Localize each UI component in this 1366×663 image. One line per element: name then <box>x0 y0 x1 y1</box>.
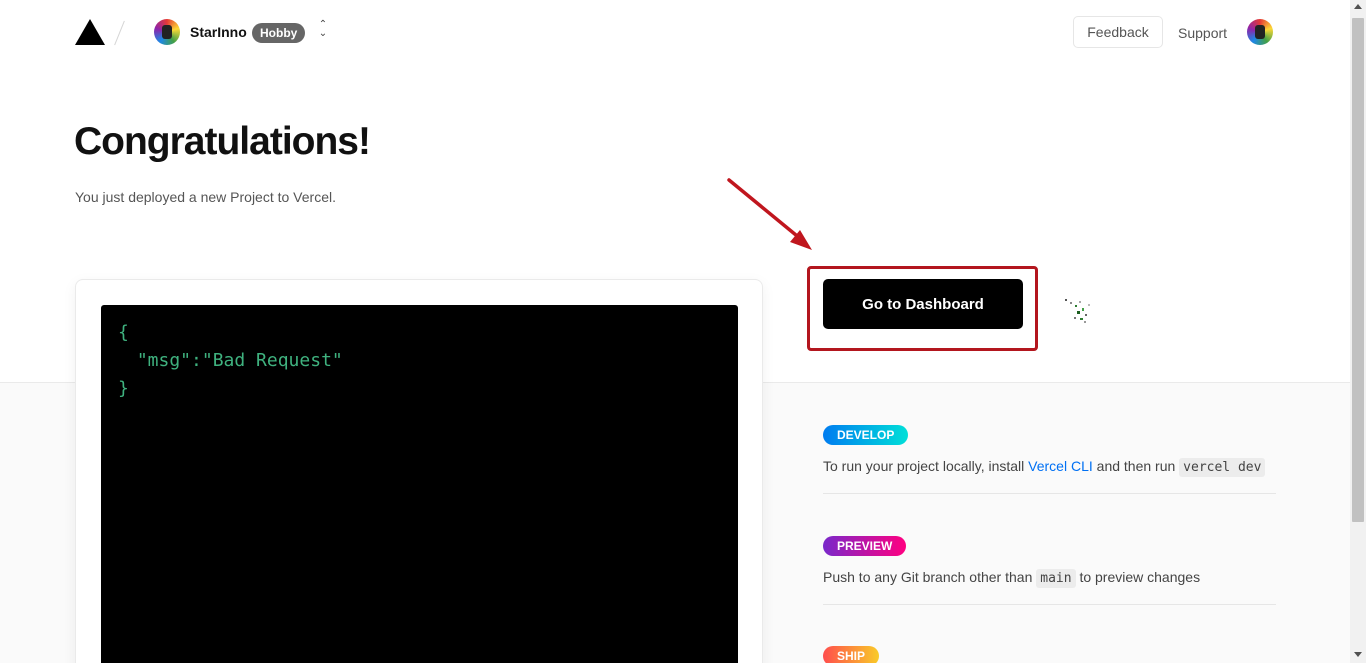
code-snippet: vercel dev <box>1179 458 1266 477</box>
step-badge-develop: DEVELOP <box>823 425 909 445</box>
annotation-arrow-icon <box>727 178 812 250</box>
team-name[interactable]: StarInno <box>190 24 247 40</box>
step-divider <box>823 493 1276 494</box>
go-to-dashboard-button[interactable]: Go to Dashboard <box>823 279 1023 329</box>
feedback-button[interactable]: Feedback <box>1073 16 1163 48</box>
step-badge-preview: PREVIEW <box>823 536 907 556</box>
step-badge-ship: SHIP <box>823 646 880 663</box>
deployment-preview-card[interactable]: { "msg":"Bad Request" } <box>75 279 763 663</box>
vercel-triangle-icon[interactable] <box>75 19 105 45</box>
confetti-icon <box>1065 299 1090 323</box>
step-develop: DEVELOP To run your project locally, ins… <box>823 425 1276 494</box>
chevron-up-down-icon[interactable]: ⌃ ⌄ <box>317 20 329 42</box>
plan-badge: Hobby <box>252 23 306 43</box>
vercel-cli-link[interactable]: Vercel CLI <box>1028 458 1093 474</box>
scroll-down-arrow-icon[interactable] <box>1354 652 1362 657</box>
step-divider <box>823 604 1276 605</box>
page-title: Congratulations! <box>74 120 371 163</box>
support-link[interactable]: Support <box>1178 25 1227 41</box>
breadcrumb-separator <box>114 20 125 46</box>
user-avatar[interactable] <box>1247 19 1273 45</box>
top-navigation: StarInno Hobby ⌃ ⌄ Feedback Support <box>0 0 1350 64</box>
vertical-scrollbar[interactable] <box>1350 0 1366 663</box>
step-ship: SHIP <box>823 646 1276 663</box>
step-preview-text: Push to any Git branch other than main t… <box>823 569 1201 588</box>
scroll-up-arrow-icon[interactable] <box>1354 4 1362 9</box>
step-develop-text: To run your project locally, install Ver… <box>823 458 1266 477</box>
preview-code-line: "msg":"Bad Request" <box>126 350 343 371</box>
deployment-preview-screenshot[interactable]: { "msg":"Bad Request" } <box>101 305 738 663</box>
page-subtitle: You just deployed a new Project to Verce… <box>75 189 336 205</box>
code-snippet: main <box>1036 569 1076 588</box>
team-avatar[interactable] <box>154 19 180 45</box>
preview-code-line: { <box>118 322 129 343</box>
scrollbar-thumb[interactable] <box>1352 18 1364 522</box>
preview-code-line: } <box>118 378 129 399</box>
step-preview: PREVIEW Push to any Git branch other tha… <box>823 536 1276 605</box>
